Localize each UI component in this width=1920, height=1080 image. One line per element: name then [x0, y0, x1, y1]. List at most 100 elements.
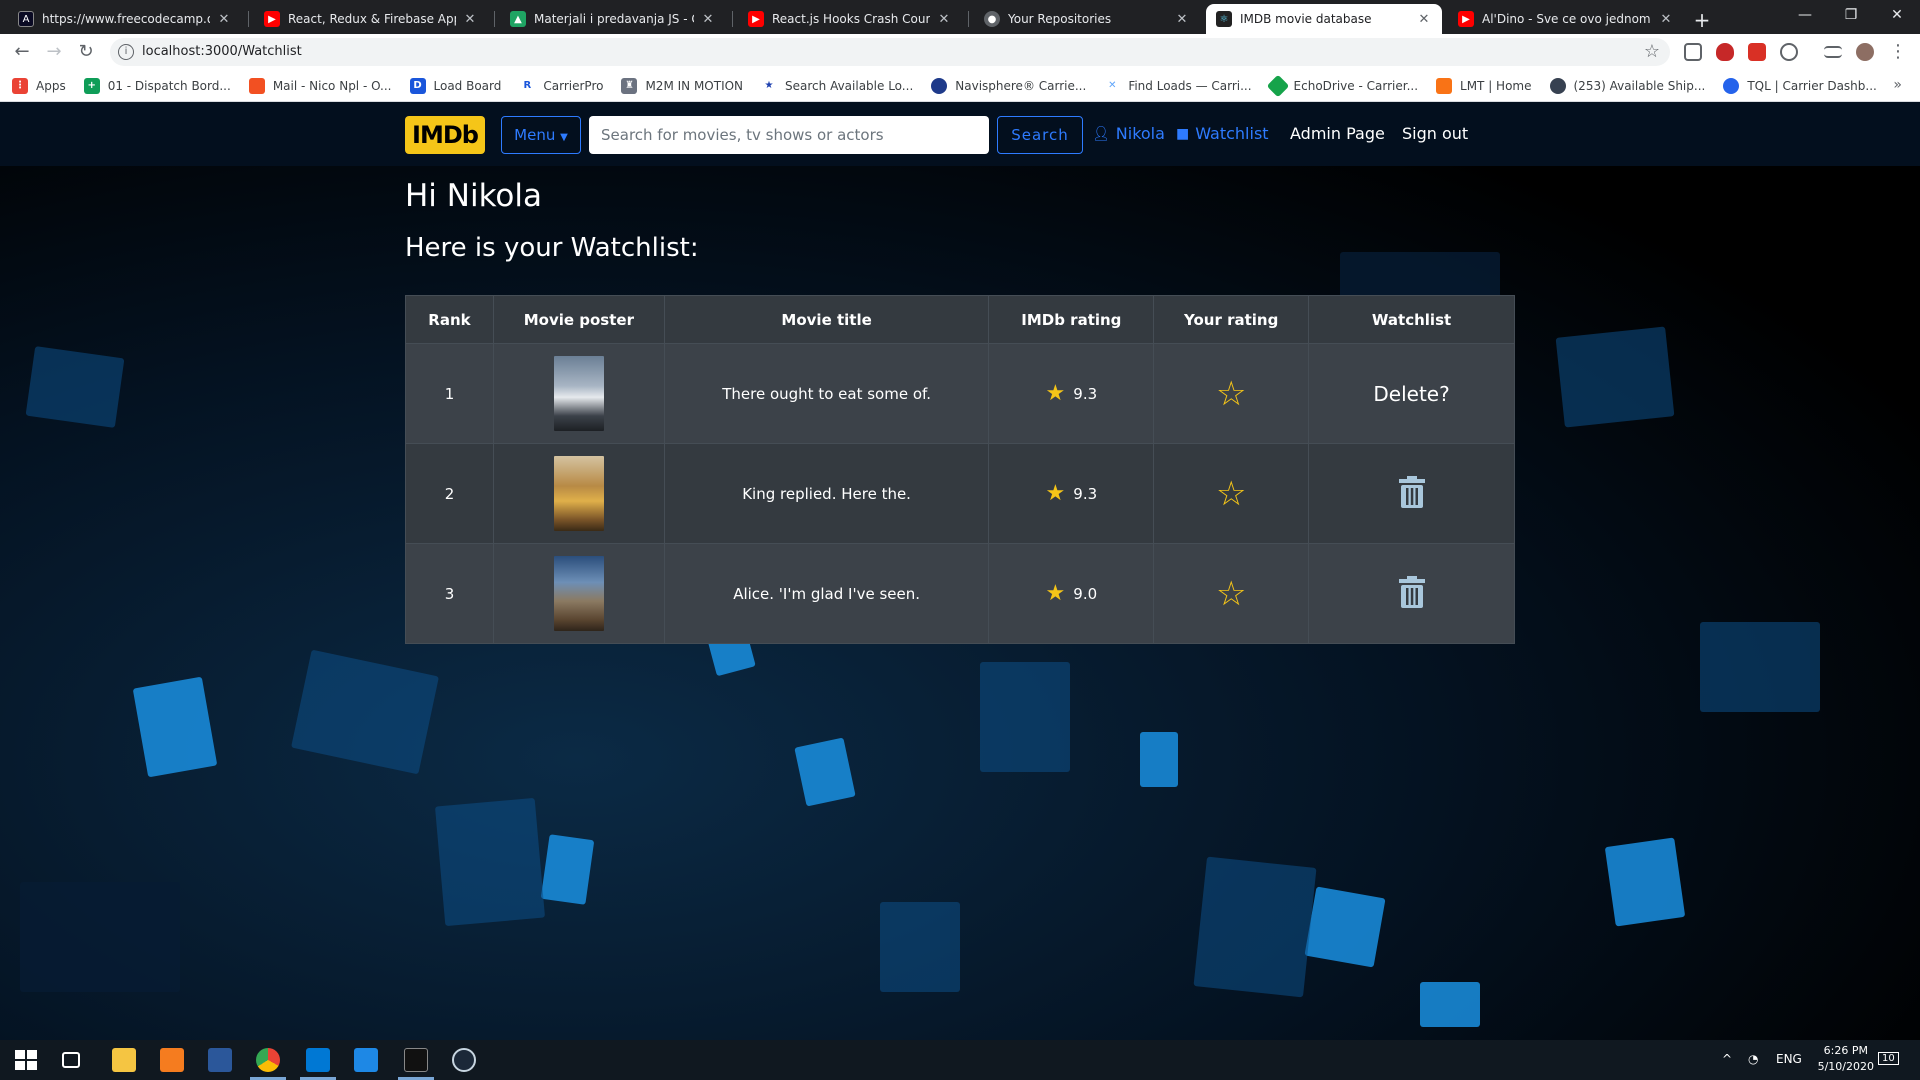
more-menu-icon[interactable]: ⋮ [1886, 40, 1910, 64]
bookmark-star-icon[interactable]: ☆ [1644, 41, 1660, 62]
close-tab-icon[interactable]: ✕ [1658, 12, 1674, 27]
title-cell[interactable]: There ought to eat some of. [663, 343, 990, 444]
bookmark-label: TQL | Carrier Dashb... [1747, 78, 1877, 93]
admin-page-link[interactable]: Admin Page [1290, 124, 1385, 143]
restore-icon[interactable]: ❐ [1828, 0, 1874, 30]
trash-icon[interactable] [1398, 575, 1426, 609]
title-cell[interactable]: Alice. 'I'm glad I've seen. [663, 543, 990, 644]
search-button[interactable]: Search [997, 116, 1083, 154]
close-tab-icon[interactable]: ✕ [1174, 12, 1190, 27]
tab-title: Your Repositories [1008, 12, 1112, 26]
menu-label: Menu [514, 126, 556, 144]
column-header-title: Movie title [663, 295, 990, 344]
ublock-extension-icon[interactable] [1716, 43, 1734, 61]
site-info-icon[interactable]: i [118, 44, 134, 60]
browser-tab-active[interactable]: ⚛ IMDB movie database ✕ [1206, 4, 1442, 34]
page-greeting: Hi Nikola [405, 178, 543, 214]
system-clock[interactable]: 6:26 PM 5/10/2020 [1818, 1043, 1874, 1075]
close-tab-icon[interactable]: ✕ [462, 12, 478, 27]
extension-icon[interactable] [1780, 43, 1798, 61]
close-tab-icon[interactable]: ✕ [216, 12, 232, 27]
movie-poster[interactable] [553, 356, 604, 431]
search-input[interactable] [589, 116, 989, 154]
rate-star-outline-icon[interactable]: ☆ [1216, 374, 1246, 414]
close-tab-icon[interactable]: ✕ [1416, 12, 1432, 27]
browser-tab[interactable]: ▶ Al'Dino - Sve ce ovo jednom ✕ [1448, 4, 1684, 34]
column-header-imdb-rating: IMDb rating [988, 295, 1155, 344]
close-window-icon[interactable]: ✕ [1874, 0, 1920, 30]
reload-icon[interactable]: ↻ [74, 40, 98, 64]
google-drive-favicon-icon: ▲ [510, 11, 526, 27]
word-icon[interactable] [208, 1048, 232, 1072]
tab-title: https://www.freecodecamp.org/l [42, 12, 210, 26]
movie-poster[interactable] [553, 556, 604, 631]
close-tab-icon[interactable]: ✕ [700, 12, 716, 27]
rank-cell: 2 [405, 443, 494, 544]
trash-icon[interactable] [1398, 475, 1426, 509]
url-text[interactable]: localhost:3000/Watchlist [142, 44, 302, 59]
bookmark-item[interactable]: +01 - Dispatch Bord... [83, 77, 231, 94]
bookmark-item[interactable]: Mail - Nico Npl - O... [248, 77, 392, 94]
chrome-icon[interactable] [256, 1048, 280, 1072]
browser-tab[interactable]: ▲ Materjali i predavanja JS - Googl ✕ [500, 4, 726, 34]
bookmark-item[interactable]: ✕ Find Loads — Carri... [1104, 77, 1252, 94]
file-explorer-icon[interactable] [112, 1048, 136, 1072]
bookmark-item[interactable]: Navisphere® Carrie... [931, 77, 1086, 94]
poster-cell [492, 443, 665, 544]
rate-star-outline-icon[interactable]: ☆ [1216, 574, 1246, 614]
browser-tab[interactable]: ● Your Repositories ✕ [974, 4, 1200, 34]
notifications-icon[interactable]: 10 [1878, 1052, 1899, 1065]
photos-icon[interactable] [354, 1048, 378, 1072]
browser-tab[interactable]: ▶ React, Redux & Firebase App Tut ✕ [254, 4, 488, 34]
movie-poster[interactable] [553, 456, 604, 531]
cast-icon[interactable] [1684, 43, 1702, 61]
bookmarks-overflow-icon[interactable]: » [1893, 77, 1902, 93]
vscode-icon[interactable] [306, 1048, 330, 1072]
minimize-icon[interactable]: — [1782, 0, 1828, 30]
bookmark-item[interactable]: ♜ M2M IN MOTION [621, 77, 743, 94]
bookmark-apps[interactable]: ⋮ Apps [12, 77, 66, 94]
bookmark-item[interactable]: R CarrierPro [519, 77, 603, 94]
bookmark-item[interactable]: LMT | Home [1436, 77, 1532, 94]
forward-arrow-icon[interactable]: → [42, 40, 66, 64]
xampp-icon[interactable] [160, 1048, 184, 1072]
browser-tab[interactable]: A https://www.freecodecamp.org/l ✕ [8, 4, 242, 34]
extension-icon[interactable] [1748, 43, 1766, 61]
menu-button[interactable]: Menu ▼ [501, 116, 581, 154]
bookmark-item[interactable]: ★ Search Available Lo... [761, 77, 913, 94]
bookmark-label: Find Loads — Carri... [1128, 78, 1252, 93]
delete-confirm-button[interactable]: Delete? [1373, 382, 1449, 406]
reading-list-icon[interactable] [1824, 46, 1842, 58]
terminal-icon[interactable] [404, 1048, 428, 1072]
close-tab-icon[interactable]: ✕ [936, 12, 952, 27]
github-favicon-icon: ● [984, 11, 1000, 27]
address-bar[interactable]: i localhost:3000/Watchlist ☆ [110, 38, 1670, 66]
globe-icon [1549, 77, 1566, 94]
apps-grid-icon: ⋮ [12, 77, 28, 94]
navisphere-icon [931, 77, 948, 94]
bookmark-label: LMT | Home [1460, 78, 1532, 93]
bookmark-item[interactable]: EchoDrive - Carrier... [1266, 74, 1418, 97]
column-header-poster: Movie poster [492, 295, 665, 344]
sign-out-link[interactable]: Sign out [1402, 124, 1468, 143]
rate-star-outline-icon[interactable]: ☆ [1216, 474, 1246, 514]
browser-tab[interactable]: ▶ React.js Hooks Crash Course - Yo ✕ [738, 4, 962, 34]
back-arrow-icon[interactable]: ← [10, 40, 34, 64]
imdb-rating-cell: ★ 9.3 [988, 343, 1155, 444]
steam-icon[interactable] [452, 1048, 476, 1072]
title-cell[interactable]: King replied. Here the. [663, 443, 990, 544]
user-profile-link[interactable]: 👤︎ Nikola [1092, 124, 1165, 143]
windows-start-icon[interactable] [14, 1048, 38, 1072]
new-tab-icon[interactable]: + [1688, 6, 1716, 34]
language-indicator[interactable]: ENG [1776, 1052, 1802, 1066]
chevron-up-icon[interactable]: ^ [1722, 1052, 1732, 1066]
wifi-icon[interactable]: ◔ [1748, 1052, 1758, 1066]
bookmark-item[interactable]: TQL | Carrier Dashb... [1723, 77, 1877, 94]
imdb-logo[interactable]: IMDb [405, 116, 485, 154]
task-view-icon[interactable] [62, 1052, 80, 1068]
bookmark-item[interactable]: D Load Board [409, 77, 501, 94]
watchlist-link[interactable]: ■ Watchlist [1176, 124, 1269, 143]
bookmark-label: Apps [36, 78, 66, 93]
profile-avatar[interactable] [1856, 43, 1874, 61]
bookmark-item[interactable]: (253) Available Ship... [1549, 77, 1705, 94]
